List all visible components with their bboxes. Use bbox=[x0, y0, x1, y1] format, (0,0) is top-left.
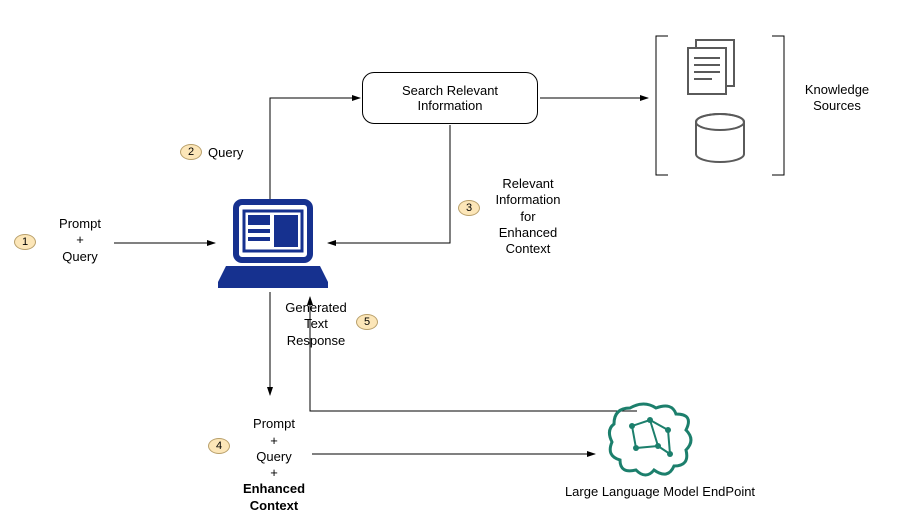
database-icon bbox=[692, 112, 748, 169]
documents-icon bbox=[684, 38, 746, 101]
step-4-label-plain: Prompt + Query + bbox=[253, 416, 295, 480]
search-node-line2: Information bbox=[402, 98, 498, 113]
step-5-num: 5 bbox=[364, 316, 370, 328]
step-4-badge: 4 bbox=[208, 438, 230, 454]
llm-label: Large Language Model EndPoint bbox=[550, 484, 770, 500]
laptop-icon bbox=[218, 196, 328, 294]
step-1-label: Prompt + Query bbox=[50, 216, 110, 265]
step-2-num: 2 bbox=[188, 146, 194, 158]
step-5-badge: 5 bbox=[356, 314, 378, 330]
step-3-badge: 3 bbox=[458, 200, 480, 216]
step-5-label: Generated Text Response bbox=[276, 300, 356, 349]
step-2-badge: 2 bbox=[180, 144, 202, 160]
step-2-label: Query bbox=[208, 145, 258, 161]
brain-circuit-icon bbox=[606, 400, 696, 483]
search-node-line1: Search Relevant bbox=[402, 83, 498, 98]
knowledge-sources-label: Knowledge Sources bbox=[792, 82, 882, 115]
step-3-num: 3 bbox=[466, 202, 472, 214]
search-node: Search Relevant Information bbox=[362, 72, 538, 124]
step-4-label-bold: Enhanced Context bbox=[243, 481, 305, 512]
step-1-badge: 1 bbox=[14, 234, 36, 250]
step-4-num: 4 bbox=[216, 440, 222, 452]
step-4-label: Prompt + Query + Enhanced Context bbox=[236, 400, 312, 514]
step-1-num: 1 bbox=[22, 236, 28, 248]
step-3-label: Relevant Information for Enhanced Contex… bbox=[488, 176, 568, 257]
